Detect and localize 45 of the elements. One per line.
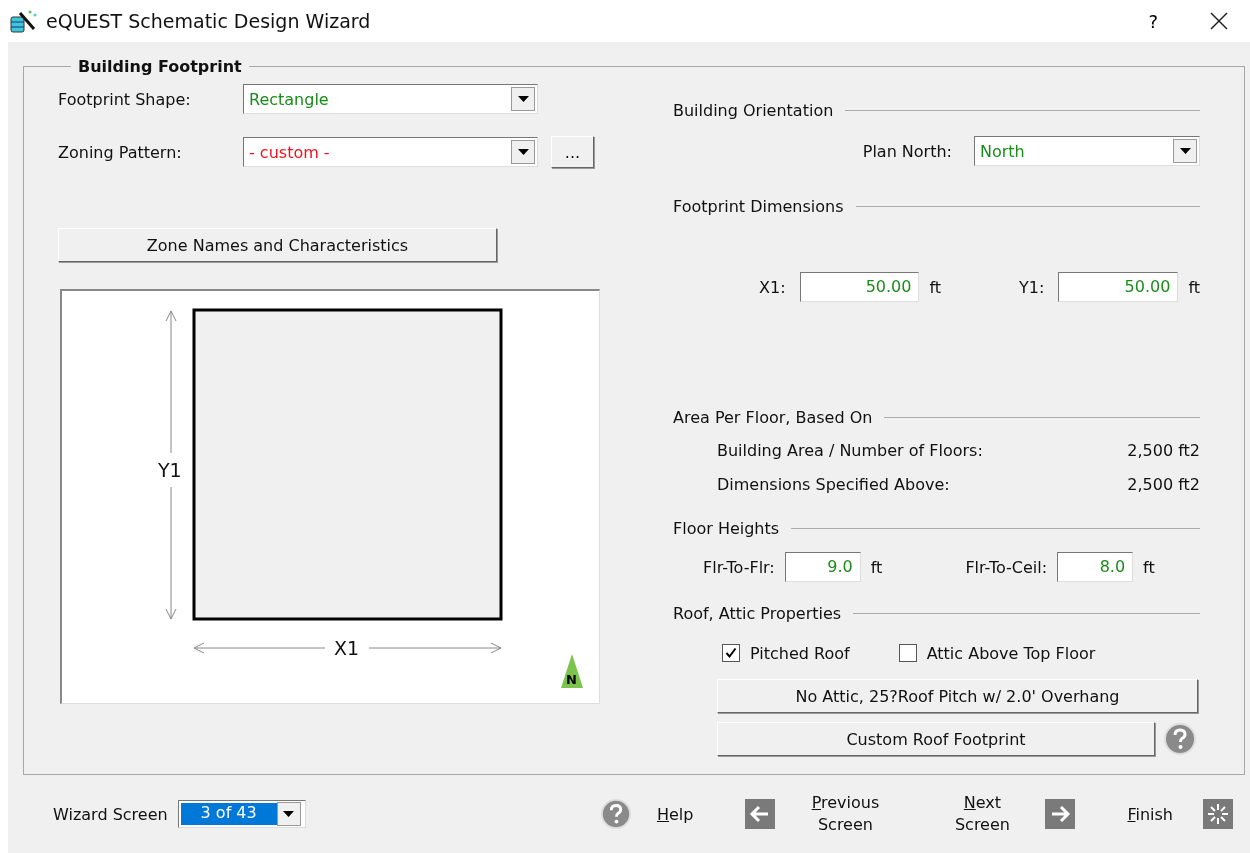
field-label: X1:	[759, 277, 786, 297]
field-label: Y1:	[1019, 277, 1045, 297]
height-field[interactable]: 8.0	[1057, 552, 1134, 582]
y-dimension-label: Y1	[158, 459, 182, 481]
checkbox-label: Attic Above Top Floor	[926, 643, 1096, 663]
field-label: Flr-To-Ceil:	[965, 557, 1048, 577]
unit-label: ft	[929, 277, 942, 297]
wizard-screen-label: Wizard Screen	[53, 804, 168, 824]
nav-link[interactable]: Previous Screen	[805, 792, 886, 836]
section-heading: Area Per Floor, Based On	[673, 407, 873, 427]
field-label: Footprint Shape:	[58, 89, 192, 109]
dimension-field[interactable]: 50.00	[799, 272, 920, 302]
section-heading: Footprint Dimensions	[673, 196, 844, 216]
custom-roof-footprint-button[interactable]: Custom Roof Footprint	[717, 722, 1155, 756]
unit-label: ft	[870, 557, 883, 577]
help-button[interactable]: ?	[1148, 10, 1158, 32]
window-title: eQUEST Schematic Design Wizard	[46, 10, 371, 32]
nav-link[interactable]: Help	[656, 804, 694, 824]
nav-link[interactable]: Next Screen	[947, 792, 1018, 836]
field-label: Zoning Pattern:	[58, 142, 183, 162]
field-label: Flr-To-Flr:	[703, 557, 775, 577]
section-heading: Building Orientation	[673, 100, 834, 120]
area-label: Building Area / Number of Floors:	[717, 441, 983, 461]
height-field[interactable]: 9.0	[784, 552, 861, 582]
more-button[interactable]: ...	[551, 136, 594, 168]
zone-names-button[interactable]: Zone Names and Characteristics	[58, 228, 497, 262]
unit-label: ft	[1143, 557, 1155, 577]
unit-label: ft	[1188, 277, 1200, 297]
footprint-shape-dropdown[interactable]: Rectangle	[243, 84, 538, 114]
zoning-pattern-dropdown[interactable]: - custom -	[243, 137, 538, 167]
wizard-screen-dropdown[interactable]: 3 of 43	[177, 800, 306, 828]
plan-north-dropdown[interactable]: North	[974, 136, 1200, 166]
roof-pitch-button[interactable]: No Attic, 25?Roof Pitch w/ 2.0' Overhang	[717, 679, 1198, 713]
area-value: 2,500 ft2	[1127, 441, 1200, 461]
checkbox-label: Pitched Roof	[750, 643, 850, 663]
field-label: Plan North:	[862, 141, 952, 161]
dimension-field[interactable]: 50.00	[1058, 272, 1179, 302]
north-label: N	[566, 672, 577, 687]
nav-link[interactable]: Finish	[1127, 804, 1173, 824]
section-heading: Floor Heights	[673, 518, 780, 538]
group-title: Building Footprint	[77, 57, 243, 76]
area-label: Dimensions Specified Above:	[717, 475, 950, 495]
x-dimension-label: X1	[334, 637, 360, 659]
section-heading: Roof, Attic Properties	[673, 603, 842, 623]
area-value: 2,500 ft2	[1127, 475, 1200, 495]
